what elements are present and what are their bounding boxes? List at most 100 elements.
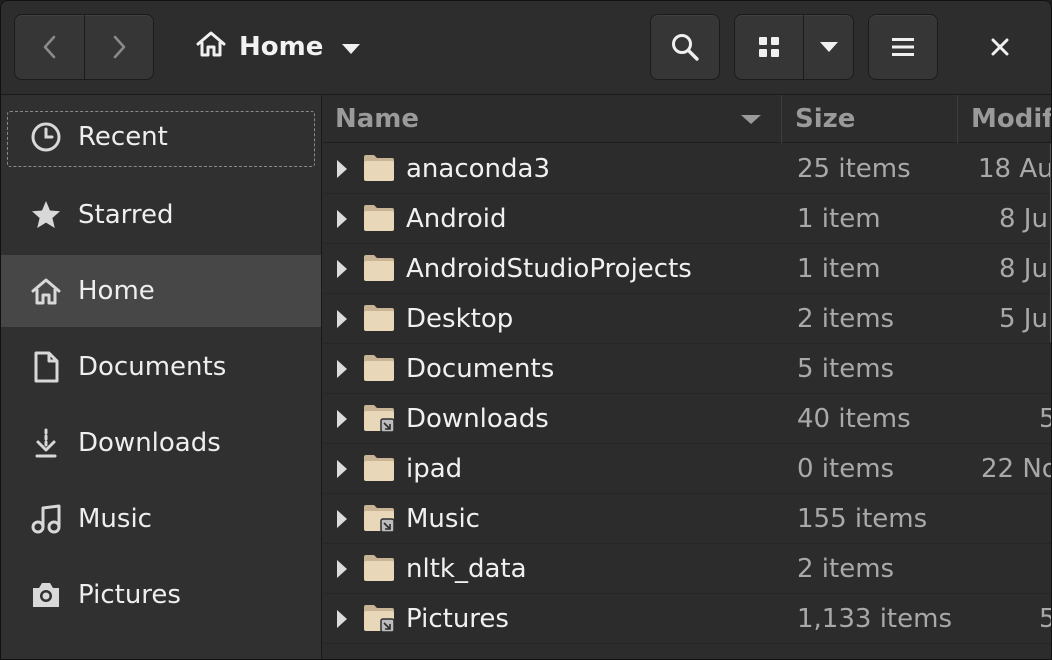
open-menu-icon — [892, 38, 914, 56]
file-modified: 5 Ju — [999, 304, 1048, 334]
clock-icon — [29, 120, 63, 154]
expand-arrow-icon[interactable] — [337, 510, 347, 528]
search-button-group — [650, 14, 720, 80]
file-size: 25 items — [797, 154, 911, 184]
go-next-icon — [113, 35, 126, 59]
sidebar-item-home[interactable]: Home — [1, 255, 321, 327]
expand-arrow-icon[interactable] — [337, 160, 347, 178]
file-modified: 5 — [1039, 394, 1051, 444]
view-button-group — [734, 14, 854, 80]
folder-icon — [363, 303, 395, 333]
file-modified: 8 Ju — [999, 254, 1048, 284]
path-bar-home-button[interactable]: Home — [179, 14, 379, 80]
column-divider[interactable] — [781, 95, 782, 143]
expand-arrow-icon[interactable] — [337, 260, 347, 278]
sidebar-item-starred[interactable]: Starred — [1, 179, 321, 251]
view-grid-button[interactable] — [735, 15, 803, 79]
file-size: 2 items — [797, 304, 895, 334]
header-bar: Home — [1, 1, 1051, 95]
column-header-row: Name Size Modif — [323, 95, 1052, 143]
sidebar-item-recent[interactable]: Recent — [1, 101, 321, 173]
file-size: 40 items — [797, 404, 911, 434]
column-header-size[interactable]: Size — [795, 95, 955, 143]
table-row[interactable]: nltk_data 2 items — [323, 544, 1051, 594]
home-icon — [29, 274, 63, 308]
file-name: Documents — [406, 354, 555, 384]
back-button[interactable] — [15, 15, 84, 79]
file-size: 1,133 items — [797, 604, 952, 634]
close-window-button[interactable] — [967, 14, 1033, 80]
column-header-name[interactable]: Name — [335, 95, 775, 143]
folder-icon — [363, 253, 395, 283]
sidebar-item-label: Pictures — [78, 580, 181, 610]
view-options-button[interactable] — [803, 15, 853, 79]
file-modified: 5 — [1039, 594, 1051, 644]
sidebar-item-label: Music — [78, 504, 152, 534]
column-header-modified[interactable]: Modif — [971, 95, 1052, 143]
file-manager-window: Home Recent Starred Home Documents Downl… — [0, 0, 1052, 660]
table-row[interactable]: Pictures 1,133 items 5 — [323, 594, 1051, 644]
file-modified: 8 Ju — [999, 204, 1048, 234]
sidebar-item-music[interactable]: Music — [1, 483, 321, 555]
path-label: Home — [239, 32, 324, 62]
forward-button[interactable] — [84, 15, 153, 79]
navigation-button-group — [14, 14, 154, 80]
expand-arrow-icon[interactable] — [337, 210, 347, 228]
file-size: 2 items — [797, 554, 895, 584]
table-row[interactable]: ipad 0 items 22 No — [323, 444, 1051, 494]
file-list-view: Name Size Modif anaconda3 25 items 18 Au An… — [323, 95, 1052, 659]
music-note-icon — [29, 502, 63, 536]
go-previous-icon — [43, 35, 55, 59]
folder-icon — [363, 353, 395, 383]
file-name: Music — [406, 504, 480, 534]
column-divider[interactable] — [957, 95, 958, 143]
view-grid-icon — [759, 37, 780, 57]
file-size: 5 items — [797, 354, 895, 384]
download-icon — [29, 426, 63, 460]
file-name: Downloads — [406, 404, 549, 434]
folder-icon — [363, 453, 395, 483]
table-row[interactable]: Music 155 items — [323, 494, 1051, 544]
table-row[interactable]: Android 1 item 8 Ju — [323, 194, 1051, 244]
table-row[interactable]: Downloads 40 items 5 — [323, 394, 1051, 444]
window-close-icon — [991, 38, 1009, 56]
table-row[interactable]: anaconda3 25 items 18 Au — [323, 144, 1052, 194]
file-name: Desktop — [406, 304, 514, 334]
home-icon — [195, 30, 227, 65]
expand-arrow-icon[interactable] — [337, 560, 347, 578]
sidebar-item-pictures[interactable]: Pictures — [1, 559, 321, 631]
column-header-name-label: Name — [335, 104, 420, 134]
table-row[interactable]: Desktop 2 items 5 Ju — [323, 294, 1051, 344]
file-size: 0 items — [797, 454, 895, 484]
file-size: 1 item — [797, 204, 881, 234]
pan-down-icon — [341, 32, 361, 62]
search-button[interactable] — [651, 15, 719, 79]
star-icon — [29, 198, 63, 232]
sidebar-item-label: Home — [78, 276, 155, 306]
sidebar-item-documents[interactable]: Documents — [1, 331, 321, 403]
sidebar-item-downloads[interactable]: Downloads — [1, 407, 321, 479]
sort-descending-icon — [741, 115, 761, 124]
sidebar-item-label: Recent — [78, 122, 168, 152]
main-menu-button[interactable] — [869, 15, 937, 79]
column-header-modified-label: Modif — [971, 104, 1052, 134]
sidebar-item-label: Downloads — [78, 428, 221, 458]
file-name: Pictures — [406, 604, 509, 634]
table-row[interactable]: Documents 5 items — [323, 344, 1051, 394]
sidebar-item-label: Starred — [78, 200, 174, 230]
camera-icon — [29, 578, 63, 612]
folder-link-icon — [363, 503, 395, 533]
column-header-size-label: Size — [795, 104, 856, 134]
expand-arrow-icon[interactable] — [337, 360, 347, 378]
expand-arrow-icon[interactable] — [337, 410, 347, 428]
folder-icon — [363, 553, 395, 583]
folder-link-icon — [363, 403, 395, 433]
expand-arrow-icon[interactable] — [337, 460, 347, 478]
file-size: 155 items — [797, 504, 928, 534]
folder-icon — [363, 203, 395, 233]
table-row[interactable]: AndroidStudioProjects 1 item 8 Ju — [323, 244, 1051, 294]
file-modified: 18 Au — [978, 154, 1052, 184]
expand-arrow-icon[interactable] — [337, 310, 347, 328]
file-name: anaconda3 — [406, 154, 551, 184]
expand-arrow-icon[interactable] — [337, 610, 347, 628]
